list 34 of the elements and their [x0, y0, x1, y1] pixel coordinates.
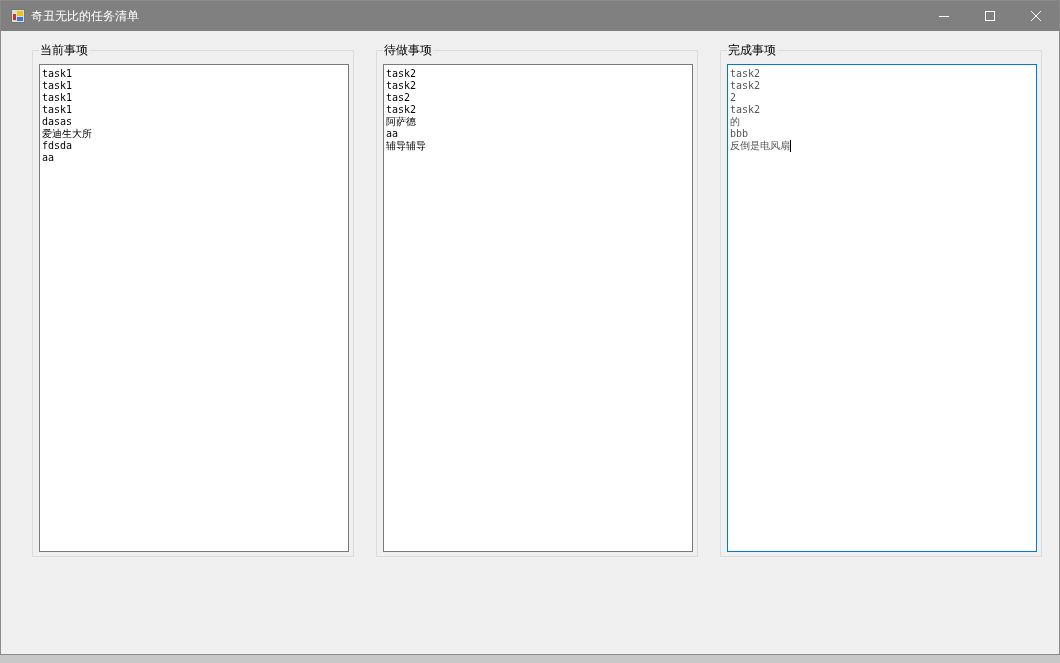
text-area[interactable]: task2 task2 tas2 task2 阿萨德 aa 辅导辅导: [383, 64, 693, 552]
text-line: 2: [730, 92, 737, 104]
text-line: 阿萨德: [386, 116, 416, 128]
text-cursor: [790, 140, 791, 152]
text-line: aa: [386, 128, 399, 140]
text-area[interactable]: task2 task2 2 task2 的 bbb 反倒是电风扇: [727, 64, 1037, 552]
group-title: 完成事项: [727, 42, 777, 58]
text-line: fdsda: [42, 140, 73, 152]
text-line: task2: [730, 104, 761, 116]
group-title: 当前事项: [39, 42, 89, 58]
text-line: aa: [42, 152, 55, 164]
text-line: task1: [42, 80, 73, 92]
minimize-icon: [939, 15, 949, 17]
text-line: 的: [730, 116, 740, 128]
group-title: 待做事项: [383, 42, 433, 58]
text-line: 辅导辅导: [386, 140, 426, 152]
text-line: task2: [730, 80, 761, 92]
text-line: task1: [42, 92, 73, 104]
text-line: task2: [386, 68, 417, 80]
text-area[interactable]: task1 task1 task1 task1 dasas 爱迪生大所 fdsda aa: [39, 64, 349, 552]
text-line: 反倒是电风扇: [730, 140, 790, 152]
text-line: dasas: [42, 116, 73, 128]
text-line: task2: [386, 80, 417, 92]
app-icon: [11, 9, 25, 23]
text-line: task2: [730, 68, 761, 80]
window-title: 奇丑无比的任务清单: [31, 8, 139, 25]
maximize-icon: [985, 11, 995, 21]
text-line: tas2: [386, 92, 411, 104]
text-line: task1: [42, 104, 73, 116]
close-icon: [1031, 11, 1041, 21]
text-line: 爱迪生大所: [42, 128, 92, 140]
text-line: task1: [42, 68, 73, 80]
text-line: bbb: [730, 128, 749, 140]
text-line: task2: [386, 104, 417, 116]
